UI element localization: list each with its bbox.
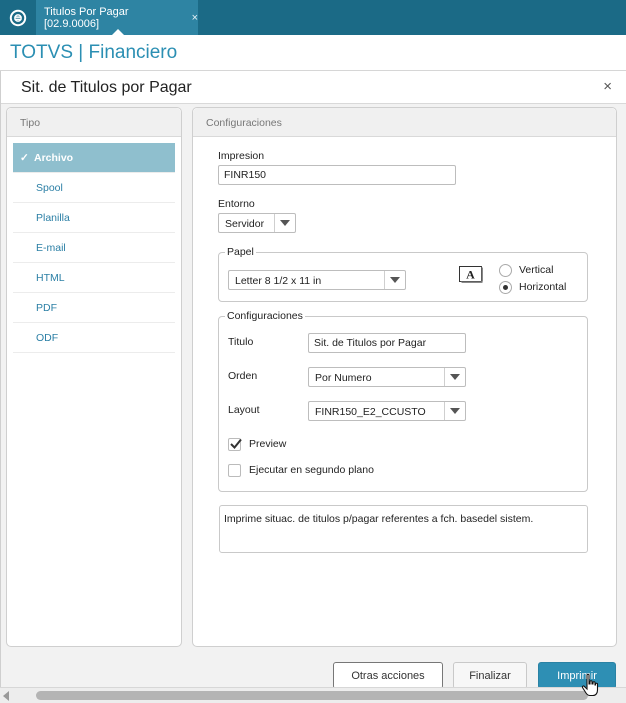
print-dialog: Sit. de Titulos por Pagar × Tipo ✓ Archiv… [0, 71, 626, 703]
tipo-item-spool[interactable]: Spool [13, 173, 175, 203]
configuraciones-legend: Configuraciones [225, 310, 305, 322]
impresion-input[interactable] [218, 165, 456, 185]
segundo-plano-label: Ejecutar en segundo plano [249, 464, 374, 476]
dialog-close-icon[interactable]: × [603, 78, 612, 95]
page-orientation-icon: A [459, 266, 483, 283]
horizontal-radio[interactable]: Horizontal [499, 280, 566, 294]
tipo-item-html[interactable]: HTML [13, 263, 175, 293]
scrollbar-thumb[interactable] [36, 691, 588, 700]
tipo-item-planilla[interactable]: Planilla [13, 203, 175, 233]
entorno-value: Servidor [225, 218, 265, 230]
configuraciones-panel-header: Configuraciones [193, 108, 616, 137]
chevron-down-icon [450, 408, 460, 414]
vertical-radio[interactable]: Vertical [499, 263, 553, 277]
orden-dropdown-button[interactable] [444, 368, 465, 386]
paper-size-value: Letter 8 1/2 x 11 in [235, 275, 322, 287]
otras-acciones-button[interactable]: Otras acciones [333, 662, 443, 689]
radio-circle-selected [499, 280, 512, 294]
app-title: TOTVS | Financiero [10, 42, 178, 63]
totvs-logo-icon [9, 9, 26, 26]
preview-label: Preview [249, 438, 287, 450]
preview-checkbox[interactable]: Preview [228, 437, 286, 451]
tipo-item-odf[interactable]: ODF [13, 323, 175, 353]
tipo-item-label: Spool [36, 182, 63, 194]
configuraciones-group: Configuraciones Titulo Orden Por Numero … [218, 310, 588, 492]
tipo-panel: Tipo ✓ Archivo Spool Planilla E-mail HTML… [6, 107, 182, 647]
radio-circle [499, 263, 512, 277]
tipo-item-archivo[interactable]: ✓ Archivo [13, 143, 175, 173]
document-tab[interactable]: Titulos Por Pagar [02.9.0006] × [36, 0, 198, 35]
tipo-item-email[interactable]: E-mail [13, 233, 175, 263]
home-button[interactable] [0, 0, 35, 35]
checkbox-checked [228, 437, 242, 451]
paper-size-dropdown-button[interactable] [384, 271, 405, 289]
tipo-panel-header: Tipo [7, 108, 181, 137]
titulo-input[interactable] [308, 333, 466, 353]
orden-value: Por Numero [315, 372, 372, 384]
document-tab-label: Titulos Por Pagar [02.9.0006] [44, 5, 129, 30]
imprimir-button[interactable]: Imprimir [538, 662, 616, 689]
horizontal-scrollbar[interactable] [0, 687, 626, 703]
tipo-item-label: ODF [36, 332, 59, 344]
top-tab-bar: Titulos Por Pagar [02.9.0006] × [0, 0, 626, 35]
horizontal-radio-label: Horizontal [519, 281, 567, 293]
impresion-label: Impresion [218, 150, 265, 162]
entorno-label: Entorno [218, 198, 255, 210]
chevron-down-icon [450, 374, 460, 380]
checkbox-unchecked [228, 463, 241, 477]
tipo-item-label: Planilla [36, 212, 70, 224]
tipo-list: ✓ Archivo Spool Planilla E-mail HTML PDF … [7, 137, 181, 353]
chevron-down-icon [390, 277, 400, 283]
papel-group: Papel Letter 8 1/2 x 11 in A Vertical Ho… [218, 246, 588, 302]
dialog-title: Sit. de Titulos por Pagar [21, 79, 192, 96]
tipo-item-label: E-mail [36, 242, 66, 254]
paper-size-select[interactable]: Letter 8 1/2 x 11 in [228, 270, 406, 290]
papel-legend: Papel [225, 246, 256, 258]
tipo-item-label: PDF [36, 302, 57, 314]
report-description: Imprime situac. de titulos p/pagar refer… [219, 505, 588, 553]
vertical-radio-label: Vertical [519, 264, 554, 276]
tipo-item-pdf[interactable]: PDF [13, 293, 175, 323]
entorno-select[interactable]: Servidor [218, 213, 296, 233]
orden-select[interactable]: Por Numero [308, 367, 466, 387]
tipo-item-label: Archivo [34, 152, 74, 164]
chevron-down-icon [280, 220, 290, 226]
orientation-icon-letter: A [466, 268, 475, 282]
scroll-left-arrow-icon[interactable] [3, 691, 9, 701]
finalizar-button[interactable]: Finalizar [453, 662, 527, 689]
layout-select[interactable]: FINR150_E2_CCUSTO [308, 401, 466, 421]
tipo-item-label: HTML [36, 272, 65, 284]
configuraciones-panel: Configuraciones Impresion Entorno Servid… [192, 107, 617, 647]
titulo-label: Titulo [228, 336, 254, 348]
segundo-plano-checkbox[interactable]: Ejecutar en segundo plano [228, 463, 374, 477]
app-header: TOTVS | Financiero [0, 35, 626, 71]
checkmark-icon [230, 438, 242, 449]
layout-value: FINR150_E2_CCUSTO [315, 406, 426, 418]
entorno-dropdown-button[interactable] [274, 214, 295, 232]
layout-label: Layout [228, 404, 260, 416]
check-icon: ✓ [20, 152, 29, 164]
orden-label: Orden [228, 370, 258, 382]
layout-dropdown-button[interactable] [444, 402, 465, 420]
dialog-header: Sit. de Titulos por Pagar × [1, 71, 626, 104]
tab-close-icon[interactable]: × [192, 12, 198, 24]
